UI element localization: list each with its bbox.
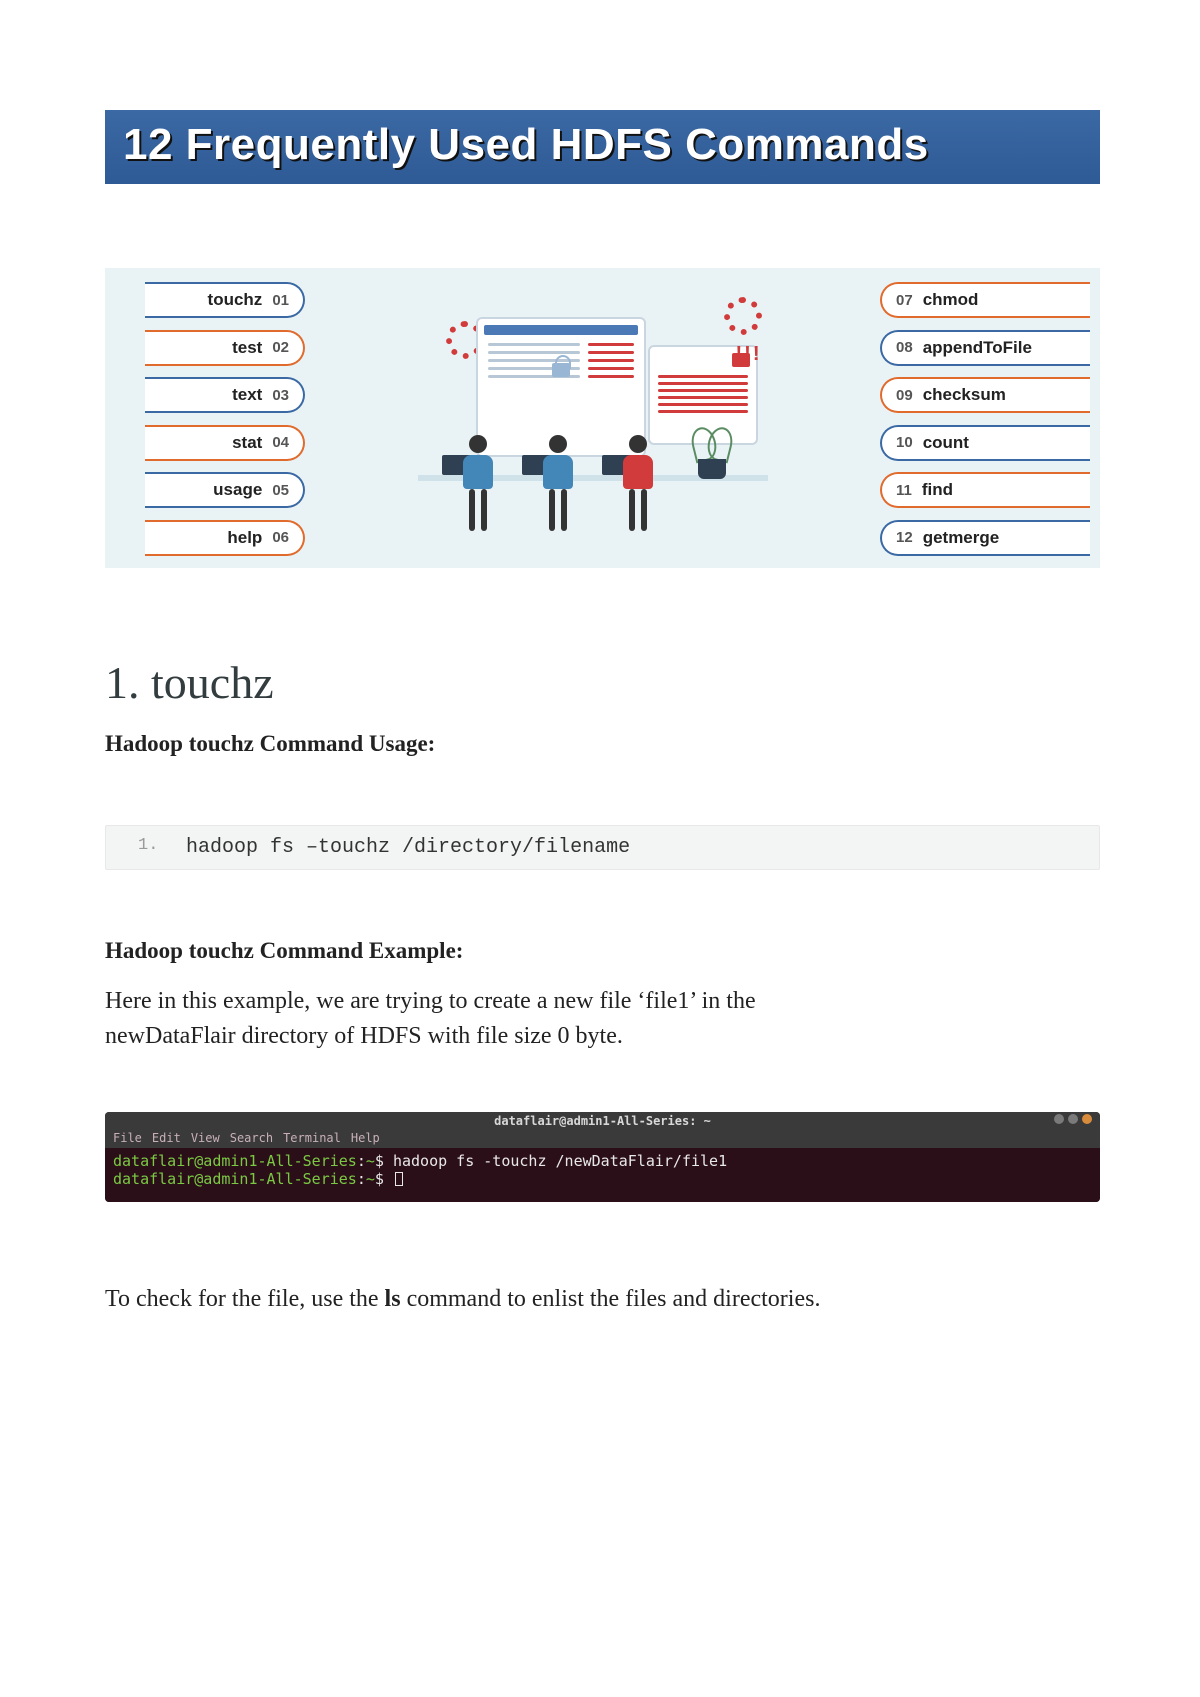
tail-paragraph: To check for the file, use the ls comman… bbox=[105, 1282, 1100, 1317]
cmd-pill-stat: stat 04 bbox=[145, 425, 305, 461]
example-text-line2: newDataFlair directory of HDFS with file… bbox=[105, 1023, 623, 1049]
cmd-label: checksum bbox=[923, 385, 1006, 405]
cmd-label: appendToFile bbox=[923, 338, 1032, 358]
infographic-illustration: !!! bbox=[305, 282, 880, 556]
example-paragraph: Here in this example, we are trying to c… bbox=[105, 984, 1100, 1054]
cmd-label: text bbox=[232, 385, 262, 405]
terminal-command: hadoop fs -touchz /newDataFlair/file1 bbox=[393, 1152, 727, 1170]
cmd-pill-checksum: 09 checksum bbox=[880, 377, 1090, 413]
terminal-menubar: File Edit View Search Terminal Help bbox=[105, 1130, 1100, 1148]
prompt-path: ~ bbox=[366, 1152, 375, 1170]
terminal-titlebar: dataflair@admin1-All-Series: ~ bbox=[105, 1112, 1100, 1130]
prompt-sep: : bbox=[357, 1170, 366, 1188]
cmd-pill-touchz: touchz 01 bbox=[145, 282, 305, 318]
cmd-num: 09 bbox=[896, 387, 913, 404]
cmd-pill-getmerge: 12 getmerge bbox=[880, 520, 1090, 556]
cmd-num: 05 bbox=[272, 482, 289, 499]
cursor-icon bbox=[395, 1172, 403, 1186]
cmd-label: test bbox=[232, 338, 262, 358]
window-dot-icon bbox=[1082, 1114, 1092, 1124]
cmd-label: stat bbox=[232, 433, 262, 453]
cmd-label: help bbox=[227, 528, 262, 548]
cmd-num: 12 bbox=[896, 529, 913, 546]
cmd-pill-help: help 06 bbox=[145, 520, 305, 556]
example-heading: Hadoop touchz Command Example: bbox=[105, 938, 1100, 964]
cmd-num: 02 bbox=[272, 339, 289, 356]
cmd-num: 01 bbox=[272, 292, 289, 309]
cmd-num: 11 bbox=[896, 482, 912, 499]
cmd-num: 04 bbox=[272, 434, 289, 451]
gear-icon bbox=[724, 297, 762, 335]
prompt-dollar: $ bbox=[375, 1170, 384, 1188]
cmd-pill-test: test 02 bbox=[145, 330, 305, 366]
cmd-label: touchz bbox=[208, 290, 263, 310]
usage-heading: Hadoop touchz Command Usage: bbox=[105, 731, 1100, 757]
prompt-path: ~ bbox=[366, 1170, 375, 1188]
menu-item: Terminal bbox=[283, 1131, 341, 1145]
prompt-user: dataflair@admin1-All-Series bbox=[113, 1152, 357, 1170]
tail-text-b: command to enlist the files and director… bbox=[401, 1286, 821, 1312]
terminal-line: dataflair@admin1-All-Series:~$ hadoop fs… bbox=[113, 1152, 1092, 1170]
page-title-banner: 12 Frequently Used HDFS Commands bbox=[105, 110, 1100, 184]
alert-text: !!! bbox=[736, 343, 762, 366]
cmd-label: usage bbox=[213, 480, 262, 500]
terminal-line: dataflair@admin1-All-Series:~$ bbox=[113, 1170, 1092, 1188]
cmd-label: chmod bbox=[923, 290, 979, 310]
terminal-title: dataflair@admin1-All-Series: ~ bbox=[494, 1114, 711, 1128]
code-block: 1. hadoop fs –touchz /directory/filename bbox=[105, 825, 1100, 870]
cmd-pill-find: 11 find bbox=[880, 472, 1090, 508]
cmd-label: find bbox=[922, 480, 953, 500]
cmd-label: getmerge bbox=[923, 528, 1000, 548]
tail-bold: ls bbox=[385, 1286, 401, 1312]
terminal-screenshot: dataflair@admin1-All-Series: ~ File Edit… bbox=[105, 1112, 1100, 1202]
menu-item: Search bbox=[230, 1131, 273, 1145]
prompt-sep: : bbox=[357, 1152, 366, 1170]
person-icon bbox=[444, 435, 512, 539]
cmd-num: 07 bbox=[896, 292, 913, 309]
menu-item: Edit bbox=[152, 1131, 181, 1145]
example-text-line1: Here in this example, we are trying to c… bbox=[105, 988, 756, 1014]
commands-infographic: touchz 01 test 02 text 03 stat 04 usage 05 he… bbox=[105, 268, 1100, 568]
cmd-num: 08 bbox=[896, 339, 913, 356]
cmd-num: 06 bbox=[272, 529, 289, 546]
person-icon bbox=[604, 435, 672, 539]
person-icon bbox=[524, 435, 592, 539]
window-controls bbox=[1054, 1114, 1092, 1124]
cmd-pill-count: 10 count bbox=[880, 425, 1090, 461]
cmd-pill-text: text 03 bbox=[145, 377, 305, 413]
cmd-pill-appendtofile: 08 appendToFile bbox=[880, 330, 1090, 366]
cmd-pill-usage: usage 05 bbox=[145, 472, 305, 508]
cmd-label: count bbox=[923, 433, 969, 453]
menu-item: View bbox=[191, 1131, 220, 1145]
tail-text-a: To check for the file, use the bbox=[105, 1286, 385, 1312]
code-line-number: 1. bbox=[138, 836, 158, 855]
terminal-body: dataflair@admin1-All-Series:~$ hadoop fs… bbox=[105, 1148, 1100, 1202]
window-dot-icon bbox=[1054, 1114, 1064, 1124]
prompt-dollar: $ bbox=[375, 1152, 384, 1170]
code-text: hadoop fs –touchz /directory/filename bbox=[186, 836, 630, 859]
menu-item: File bbox=[113, 1131, 142, 1145]
section-heading: 1. touchz bbox=[105, 656, 1100, 709]
menu-item: Help bbox=[351, 1131, 380, 1145]
lock-icon bbox=[552, 363, 570, 377]
cmd-pill-chmod: 07 chmod bbox=[880, 282, 1090, 318]
plant-icon bbox=[690, 417, 734, 479]
window-dot-icon bbox=[1068, 1114, 1078, 1124]
prompt-user: dataflair@admin1-All-Series bbox=[113, 1170, 357, 1188]
commands-left-column: touchz 01 test 02 text 03 stat 04 usage 05 he… bbox=[105, 282, 305, 556]
illustration: !!! bbox=[418, 299, 768, 539]
commands-right-column: 07 chmod 08 appendToFile 09 checksum 10 coun… bbox=[880, 282, 1100, 556]
page-title: 12 Frequently Used HDFS Commands bbox=[123, 120, 929, 169]
cmd-num: 03 bbox=[272, 387, 289, 404]
cmd-num: 10 bbox=[896, 434, 913, 451]
